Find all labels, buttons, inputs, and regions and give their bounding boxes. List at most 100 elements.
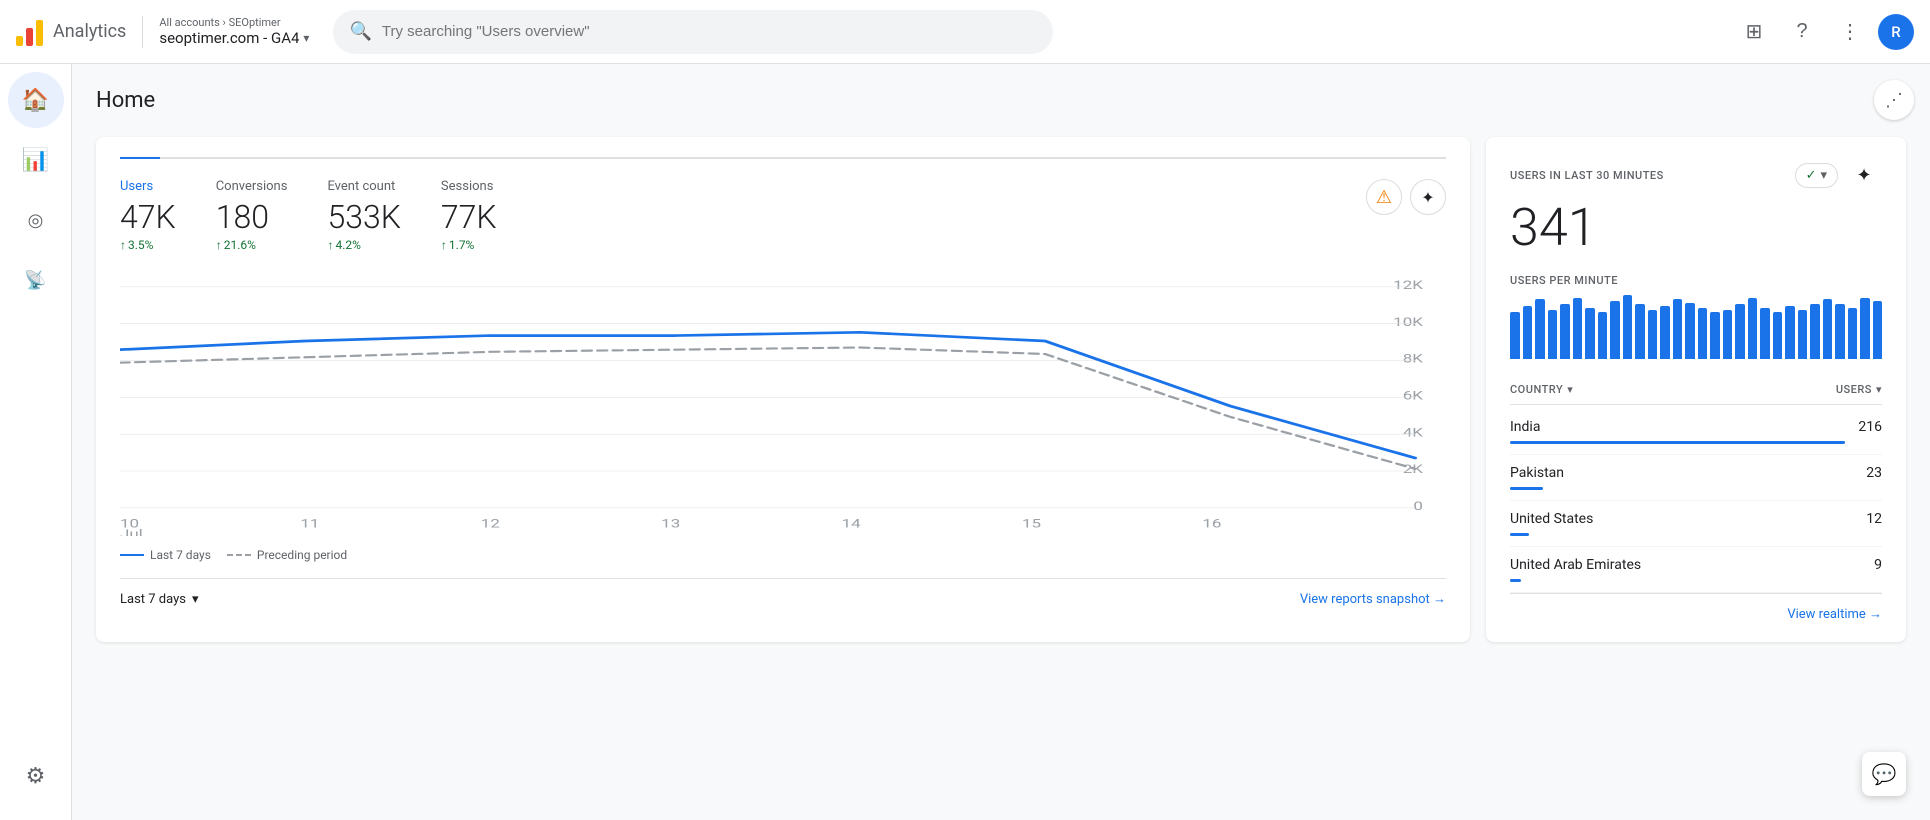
bar [1560,304,1570,359]
reports-icon: 📊 [22,148,49,173]
country-users: 12 [1866,511,1882,527]
country-users: 216 [1858,419,1882,435]
sparkle-btn-realtime[interactable]: ✦ [1846,157,1882,193]
logo-area: Analytics [16,18,126,46]
bar [1748,298,1758,359]
bar [1598,312,1608,359]
country-name: United Arab Emirates [1510,557,1641,573]
users-col-header[interactable]: USERS ▾ [1836,383,1882,396]
bar [1798,310,1808,359]
country-users: 23 [1866,465,1882,481]
bar [1698,308,1708,359]
logo-bar-1 [16,36,23,46]
metric-event-count[interactable]: Event count 533K ↑4.2% [327,179,400,252]
realtime-actions: ✓ ▾ ✦ [1795,157,1882,193]
advertising-icon: 📡 [24,270,46,291]
realtime-label: USERS IN LAST 30 MINUTES [1510,169,1664,182]
legend-dashed-line [227,554,251,556]
bar [1823,299,1833,359]
property-selector[interactable]: seoptimer.com - GA4 ▾ [159,29,309,47]
legend-solid-line [120,554,144,556]
metric-users-label: Users [120,179,176,194]
tab-overview[interactable] [120,157,160,159]
metric-sessions-change: ↑1.7% [441,238,497,252]
country-table: India 216 Pakistan 23 United States 12 U… [1510,409,1882,593]
bar [1685,303,1695,359]
metric-users[interactable]: Users 47K ↑3.5% [120,179,176,252]
check-icon: ✓ [1806,168,1817,183]
status-button[interactable]: ✓ ▾ [1795,163,1838,188]
home-icon: 🏠 [22,88,49,113]
metric-users-change: ↑3.5% [120,238,176,252]
sparkle-icon-btn[interactable]: ✦ [1410,179,1446,215]
country-table-header: COUNTRY ▾ USERS ▾ [1510,375,1882,405]
logo-bar-3 [36,20,43,46]
chat-icon: 💬 [1872,762,1897,786]
bar [1835,304,1845,359]
metric-sessions-label: Sessions [441,179,497,194]
country-name: Pakistan [1510,465,1564,481]
realtime-footer: View realtime → [1510,593,1882,622]
country-bar [1510,487,1543,490]
sidebar-item-settings[interactable]: ⚙ [8,748,64,804]
more-icon: ⋮ [1840,19,1860,44]
bar-chart [1510,295,1882,359]
metric-sessions[interactable]: Sessions 77K ↑1.7% [441,179,497,252]
sidebar-item-home[interactable]: 🏠 [8,72,64,128]
card-tabs [120,157,1446,159]
country-row: United States 12 [1510,501,1882,547]
main-content: Home Users 47K ↑3.5% Conversions 180 [72,64,1930,820]
apps-button[interactable]: ⊞ [1734,12,1774,52]
warning-icon-btn[interactable]: ⚠ [1366,179,1402,215]
legend-dashed: Preceding period [227,548,347,562]
legend-solid: Last 7 days [120,548,211,562]
bar [1773,312,1783,359]
view-reports-link[interactable]: View reports snapshot → [1300,591,1446,607]
search-bar[interactable]: 🔍 [333,10,1053,54]
view-realtime-link[interactable]: View realtime → [1787,606,1882,622]
bar [1610,301,1620,359]
svg-text:8K: 8K [1403,351,1424,366]
help-button[interactable]: ? [1782,12,1822,52]
customize-button[interactable]: ⋰ [1874,80,1914,120]
bar [1848,308,1858,359]
metric-conversions-change: ↑21.6% [216,238,288,252]
apps-icon: ⊞ [1746,19,1763,44]
more-button[interactable]: ⋮ [1830,12,1870,52]
period-select[interactable]: Last 7 days ▾ [120,592,199,607]
bar [1585,308,1595,359]
bar [1860,298,1870,359]
bar [1635,304,1645,359]
search-input[interactable] [382,23,1038,40]
metric-conversions[interactable]: Conversions 180 ↑21.6% [216,179,288,252]
country-dropdown-icon: ▾ [1567,383,1573,396]
arrow-up-icon-2: ↑ [216,238,222,252]
country-name: India [1510,419,1540,435]
metric-event-change: ↑4.2% [327,238,400,252]
sidebar-item-advertising[interactable]: 📡 [8,252,64,308]
chat-bubble[interactable]: 💬 [1862,752,1906,796]
country-col-header[interactable]: COUNTRY ▾ [1510,383,1573,396]
svg-text:0: 0 [1413,499,1423,514]
country-bar [1510,533,1529,536]
country-bar [1510,441,1845,444]
logo-bar-2 [26,28,33,46]
svg-text:4K: 4K [1403,425,1424,440]
account-info: All accounts › SEOptimer seoptimer.com -… [159,16,309,47]
cards-row: Users 47K ↑3.5% Conversions 180 ↑21.6% E… [96,137,1906,642]
svg-text:6K: 6K [1403,388,1424,403]
chart-legend: Last 7 days Preceding period [120,548,1446,562]
country-bar [1510,579,1521,582]
legend-solid-label: Last 7 days [150,548,211,562]
explore-icon: ◎ [28,210,44,231]
bar [1523,306,1533,359]
metric-icons: ⚠ ✦ [1366,179,1446,215]
sidebar-item-reports[interactable]: 📊 [8,132,64,188]
avatar[interactable]: R [1878,14,1914,50]
metric-event-label: Event count [327,179,400,194]
realtime-value: 341 [1510,197,1882,258]
period-label: Last 7 days [120,592,186,607]
bar [1648,310,1658,359]
sidebar-item-explore[interactable]: ◎ [8,192,64,248]
period-dropdown-icon: ▾ [192,592,199,607]
